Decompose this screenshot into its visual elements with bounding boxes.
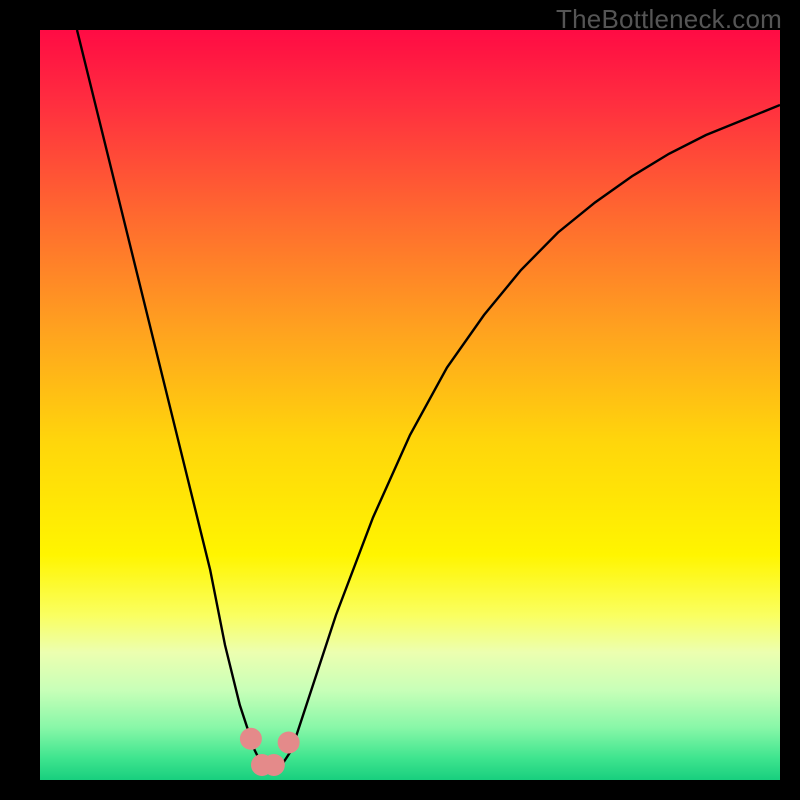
highlight-dot [278, 732, 300, 754]
plot-area [40, 30, 780, 780]
chart-frame: TheBottleneck.com [0, 0, 800, 800]
highlight-dot [263, 754, 285, 776]
bottleneck-chart [40, 30, 780, 780]
highlight-dot [240, 728, 262, 750]
gradient-background [40, 30, 780, 780]
